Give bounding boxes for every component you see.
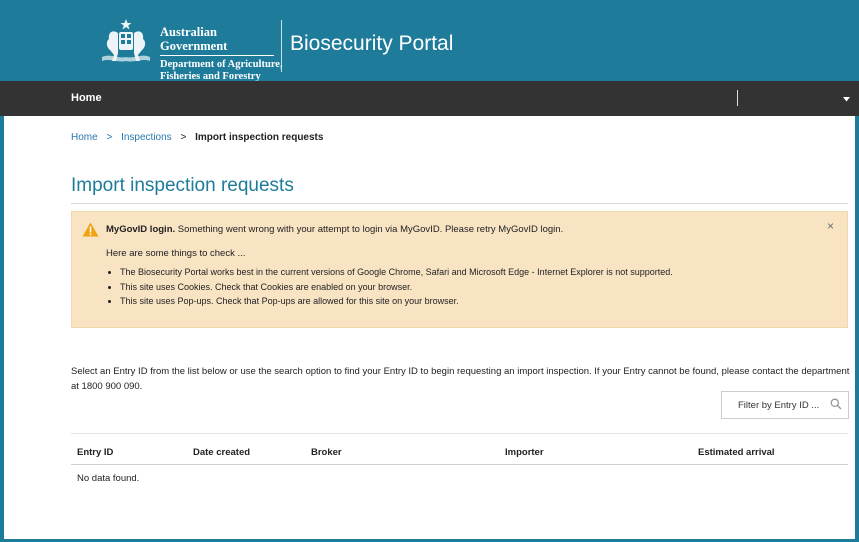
gov-name: Australian Government (160, 25, 274, 56)
government-branding: Australian Government Department of Agri… (160, 25, 283, 83)
filter-entry-id-input[interactable] (722, 392, 826, 418)
filter-box (721, 391, 849, 419)
caret-down-icon[interactable] (843, 97, 850, 102)
list-item: The Biosecurity Portal works best in the… (120, 267, 673, 278)
site-header: Australian Government Department of Agri… (0, 0, 859, 83)
breadcrumb-inspections[interactable]: Inspections (121, 132, 172, 143)
header-divider (281, 20, 282, 72)
column-header-importer[interactable]: Importer (505, 447, 544, 458)
column-header-broker[interactable]: Broker (311, 447, 342, 458)
column-header-entry-id[interactable]: Entry ID (77, 447, 113, 458)
coat-of-arms-icon (102, 19, 150, 62)
breadcrumb-separator: > (180, 132, 187, 143)
table-top-border (71, 433, 848, 434)
column-header-estimated-arrival[interactable]: Estimated arrival (698, 447, 775, 458)
title-divider (71, 203, 848, 204)
login-warning-alert: MyGovID login. Something went wrong with… (71, 211, 848, 328)
nav-home-link[interactable]: Home (71, 92, 102, 104)
department-name-line1: Department of Agriculture, (160, 59, 283, 70)
nav-separator (737, 90, 738, 106)
page-title: Import inspection requests (71, 175, 294, 196)
alert-title-text: Something went wrong with your attempt t… (175, 224, 564, 235)
list-item: This site uses Pop-ups. Check that Pop-u… (120, 296, 673, 307)
warning-triangle-icon (82, 222, 99, 237)
column-header-date-created[interactable]: Date created (193, 447, 250, 458)
table-header-border (71, 464, 848, 465)
close-icon[interactable]: × (827, 219, 834, 233)
alert-title-bold: MyGovID login. (106, 224, 176, 235)
breadcrumb-current: Import inspection requests (195, 132, 324, 143)
main-navbar: Home (0, 81, 859, 116)
table-empty-message: No data found. (77, 473, 140, 484)
intro-text: Select an Entry ID from the list below o… (71, 366, 850, 392)
alert-message: MyGovID login. Something went wrong with… (106, 224, 563, 235)
search-icon[interactable] (830, 398, 842, 410)
alert-subtitle: Here are some things to check ... (106, 248, 246, 259)
alert-checklist: The Biosecurity Portal works best in the… (106, 267, 673, 311)
breadcrumb-home[interactable]: Home (71, 132, 98, 143)
breadcrumb: Home > Inspections > Import inspection r… (71, 132, 323, 143)
portal-title[interactable]: Biosecurity Portal (290, 32, 453, 56)
list-item: This site uses Cookies. Check that Cooki… (120, 282, 673, 293)
breadcrumb-separator: > (106, 132, 113, 143)
